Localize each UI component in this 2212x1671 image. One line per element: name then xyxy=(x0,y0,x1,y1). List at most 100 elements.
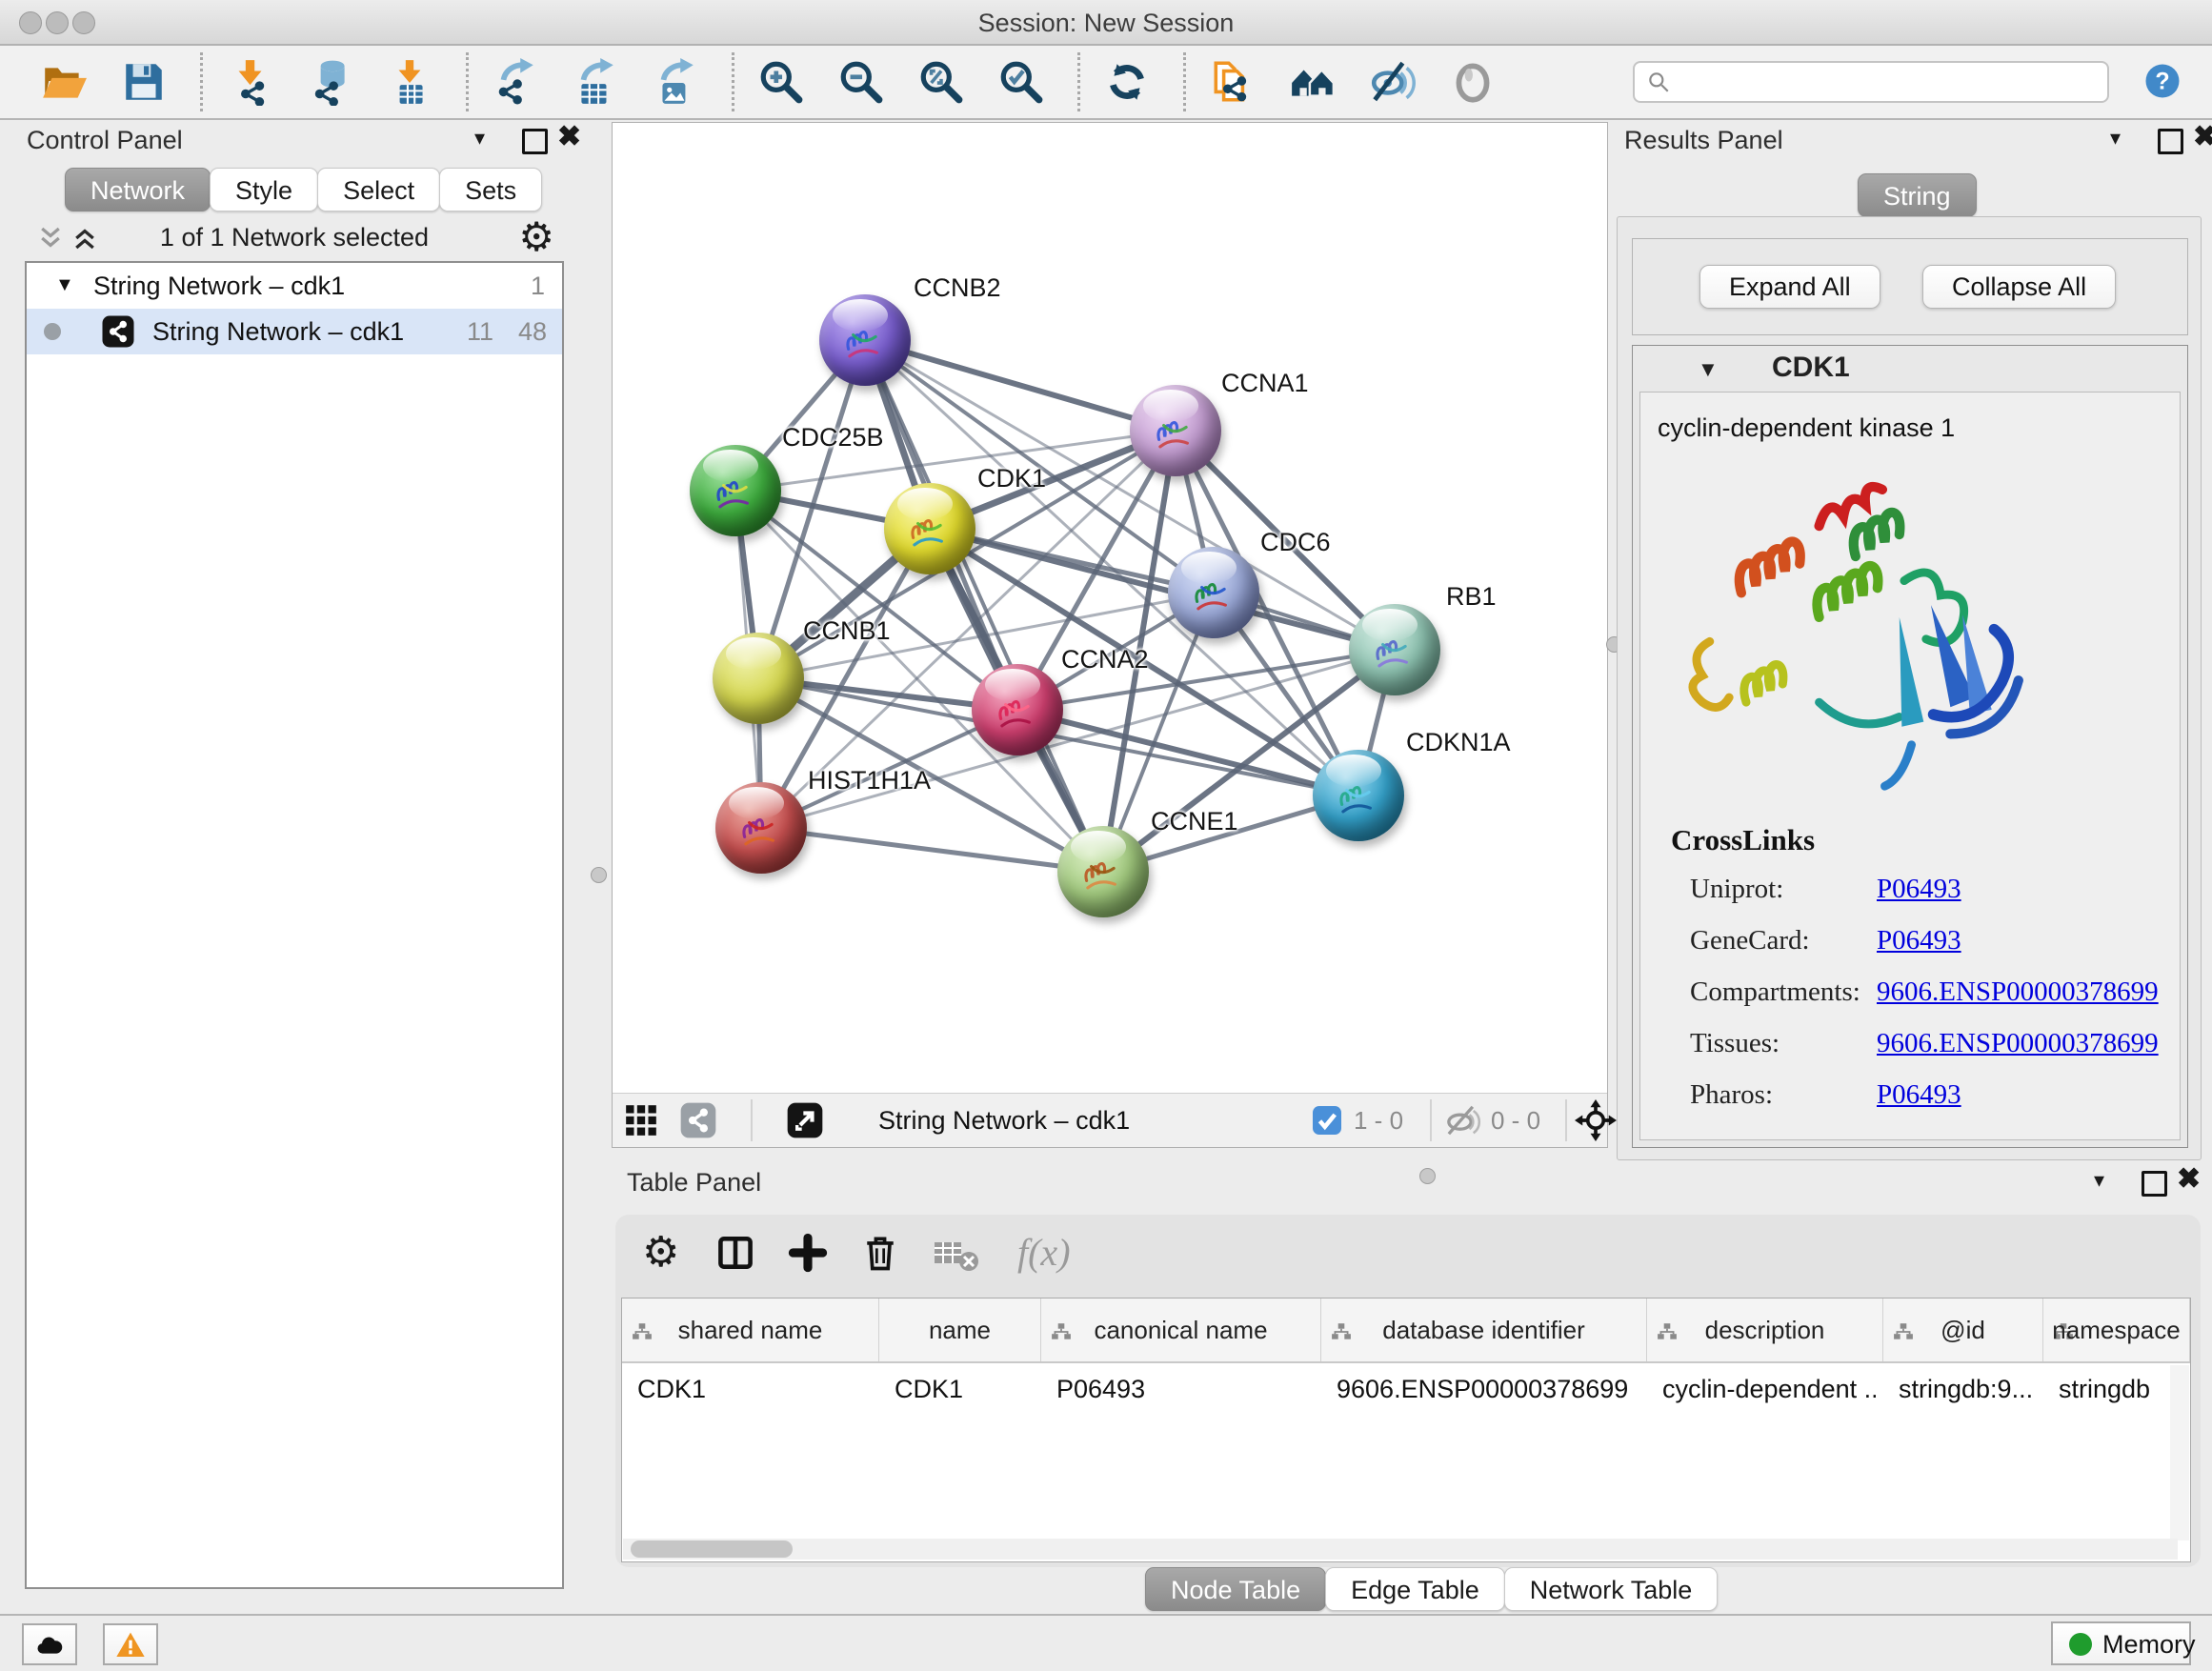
cdk1-expander-icon[interactable]: ▼ xyxy=(1698,357,1719,382)
import-network-from-file-button[interactable] xyxy=(224,53,277,111)
add-column-icon[interactable] xyxy=(787,1232,829,1274)
cell-namespace[interactable]: stringdb xyxy=(2059,1375,2182,1404)
export-network-button[interactable] xyxy=(490,53,543,111)
node-CCNA1[interactable] xyxy=(1130,385,1221,476)
memory-label: Memory xyxy=(2102,1630,2196,1660)
tab-edge-table[interactable]: Edge Table xyxy=(1325,1567,1505,1611)
crosslink-link[interactable]: P06493 xyxy=(1877,925,1961,956)
collection-expander-icon[interactable]: ▼ xyxy=(55,274,74,296)
show-graphics-details-button[interactable] xyxy=(1447,53,1500,111)
column-header-description[interactable]: description xyxy=(1647,1299,1883,1361)
network-canvas[interactable]: CCNB2 CCNA1 CDC25B CDK1 CDC6 RB1CCNB1 CC… xyxy=(613,123,1607,1094)
zoom-selected-button[interactable] xyxy=(995,53,1049,111)
node-CDKN1A[interactable] xyxy=(1313,750,1404,841)
cell-name[interactable]: CDK1 xyxy=(895,1375,1034,1404)
node-CDK1[interactable] xyxy=(884,483,975,574)
node-CCNB1[interactable] xyxy=(713,633,804,724)
tab-sets[interactable]: Sets xyxy=(439,168,542,211)
collapse-all-button[interactable]: Collapse All xyxy=(1922,265,2116,309)
edge-HIST1H1A-CCNE1[interactable] xyxy=(761,828,1103,872)
network-row-selected[interactable]: String Network – cdk1 11 48 xyxy=(27,309,562,354)
tab-select[interactable]: Select xyxy=(317,168,440,211)
scrollbar-thumb[interactable] xyxy=(631,1540,793,1558)
node-RB1[interactable] xyxy=(1349,604,1440,695)
network-options-gear-icon[interactable]: ⚙ xyxy=(518,217,554,257)
edge-CCNB2-CCNA1[interactable] xyxy=(865,340,1176,431)
export-table-button[interactable] xyxy=(570,53,623,111)
node-CCNE1[interactable] xyxy=(1057,826,1149,917)
detach-view-icon[interactable] xyxy=(786,1101,824,1139)
search-icon xyxy=(1646,70,1671,94)
crosslink-link[interactable]: P06493 xyxy=(1877,1079,1961,1111)
table-options-gear-icon[interactable]: ⚙ xyxy=(642,1232,684,1274)
import-network-from-database-button[interactable] xyxy=(304,53,357,111)
zoom-in-button[interactable] xyxy=(755,53,809,111)
node-label-CCNA1: CCNA1 xyxy=(1221,369,1309,398)
node-HIST1H1A[interactable] xyxy=(715,782,807,874)
memory-button[interactable]: Memory xyxy=(2051,1621,2191,1665)
expand-all-button[interactable]: Expand All xyxy=(1699,265,1880,309)
network-from-document-button[interactable] xyxy=(1207,53,1260,111)
results-panel-close-icon[interactable]: ✖ xyxy=(2193,126,2212,149)
table-panel-close-icon[interactable]: ✖ xyxy=(2177,1168,2201,1191)
grid-view-icon[interactable] xyxy=(622,1101,660,1139)
cdk1-section-header[interactable]: ▼ CDK1 xyxy=(1633,346,2187,392)
export-image-button[interactable] xyxy=(650,53,703,111)
column-header-database-identifier[interactable]: database identifier xyxy=(1321,1299,1647,1361)
selected-checkbox-icon[interactable] xyxy=(1310,1103,1344,1137)
zoom-fit-button[interactable] xyxy=(915,53,969,111)
search-input[interactable] xyxy=(1633,61,2109,103)
ribbon-thumbnail xyxy=(988,682,1047,741)
network-collection-row[interactable]: ▼ String Network – cdk1 1 xyxy=(27,263,562,309)
control-panel-float-icon[interactable] xyxy=(522,129,548,154)
cell-database-identifier[interactable]: 9606.ENSP00000378699 xyxy=(1337,1375,1639,1404)
cell-canonical-name[interactable]: P06493 xyxy=(1056,1375,1314,1404)
home-networks-button[interactable] xyxy=(1287,53,1340,111)
table-vertical-scrollbar[interactable] xyxy=(2170,1365,2189,1540)
tab-node-table[interactable]: Node Table xyxy=(1145,1567,1326,1611)
node-CDC6[interactable] xyxy=(1168,547,1259,638)
hide-graphics-details-button[interactable] xyxy=(1367,53,1420,111)
control-panel-collapse-icon[interactable]: ▾ xyxy=(474,126,485,151)
warnings-button[interactable] xyxy=(103,1623,158,1665)
import-table-from-file-button[interactable] xyxy=(384,53,437,111)
column-header--id[interactable]: @id xyxy=(1883,1299,2043,1361)
control-panel-close-icon[interactable]: ✖ xyxy=(557,126,581,149)
delete-column-trash-icon[interactable] xyxy=(859,1232,901,1274)
network-view-icon[interactable] xyxy=(679,1101,717,1139)
tab-network-table[interactable]: Network Table xyxy=(1504,1567,1719,1611)
zoom-out-button[interactable] xyxy=(835,53,889,111)
open-session-button[interactable] xyxy=(38,53,91,111)
table-horizontal-scrollbar[interactable] xyxy=(623,1539,2178,1560)
table-panel-collapse-icon[interactable]: ▾ xyxy=(2094,1168,2104,1193)
column-header-shared-name[interactable]: shared name xyxy=(622,1299,879,1361)
node-CCNB2[interactable] xyxy=(819,294,911,386)
cloud-button[interactable] xyxy=(22,1623,77,1665)
table-row[interactable]: CDK1 CDK1 P06493 9606.ENSP00000378699 cyclin… xyxy=(622,1363,2190,1413)
table-panel-float-icon[interactable] xyxy=(2142,1171,2167,1197)
birdseye-crosshair-icon[interactable] xyxy=(1575,1099,1617,1141)
results-panel-float-icon[interactable] xyxy=(2158,129,2183,154)
results-panel-collapse-icon[interactable]: ▾ xyxy=(2110,126,2121,151)
cell--id[interactable]: stringdb:9... xyxy=(1899,1375,2036,1404)
tab-string[interactable]: String xyxy=(1858,173,1977,217)
crosslink-link[interactable]: 9606.ENSP00000378699 xyxy=(1877,976,2159,1008)
column-label: description xyxy=(1647,1316,1882,1345)
column-header-canonical-name[interactable]: canonical name xyxy=(1041,1299,1321,1361)
crosslink-link[interactable]: P06493 xyxy=(1877,874,1961,905)
left-splitter-handle[interactable] xyxy=(591,867,607,883)
apply-layout-button[interactable] xyxy=(1101,53,1155,111)
save-session-button[interactable] xyxy=(118,53,171,111)
crosslink-link[interactable]: 9606.ENSP00000378699 xyxy=(1877,1028,2159,1059)
tab-style[interactable]: Style xyxy=(210,168,318,211)
main-toolbar: ? xyxy=(0,46,2212,120)
column-header-namespace[interactable]: namespace xyxy=(2043,1299,2190,1361)
cell-shared-name[interactable]: CDK1 xyxy=(637,1375,872,1404)
cell-description[interactable]: cyclin-dependent ... xyxy=(1662,1375,1876,1404)
show-columns-icon[interactable] xyxy=(714,1232,756,1274)
tab-network[interactable]: Network xyxy=(65,168,211,211)
node-CCNA2[interactable] xyxy=(972,664,1063,755)
node-CDC25B[interactable] xyxy=(690,445,781,536)
column-header-name[interactable]: name xyxy=(879,1299,1041,1361)
help-button[interactable]: ? xyxy=(2138,57,2187,107)
